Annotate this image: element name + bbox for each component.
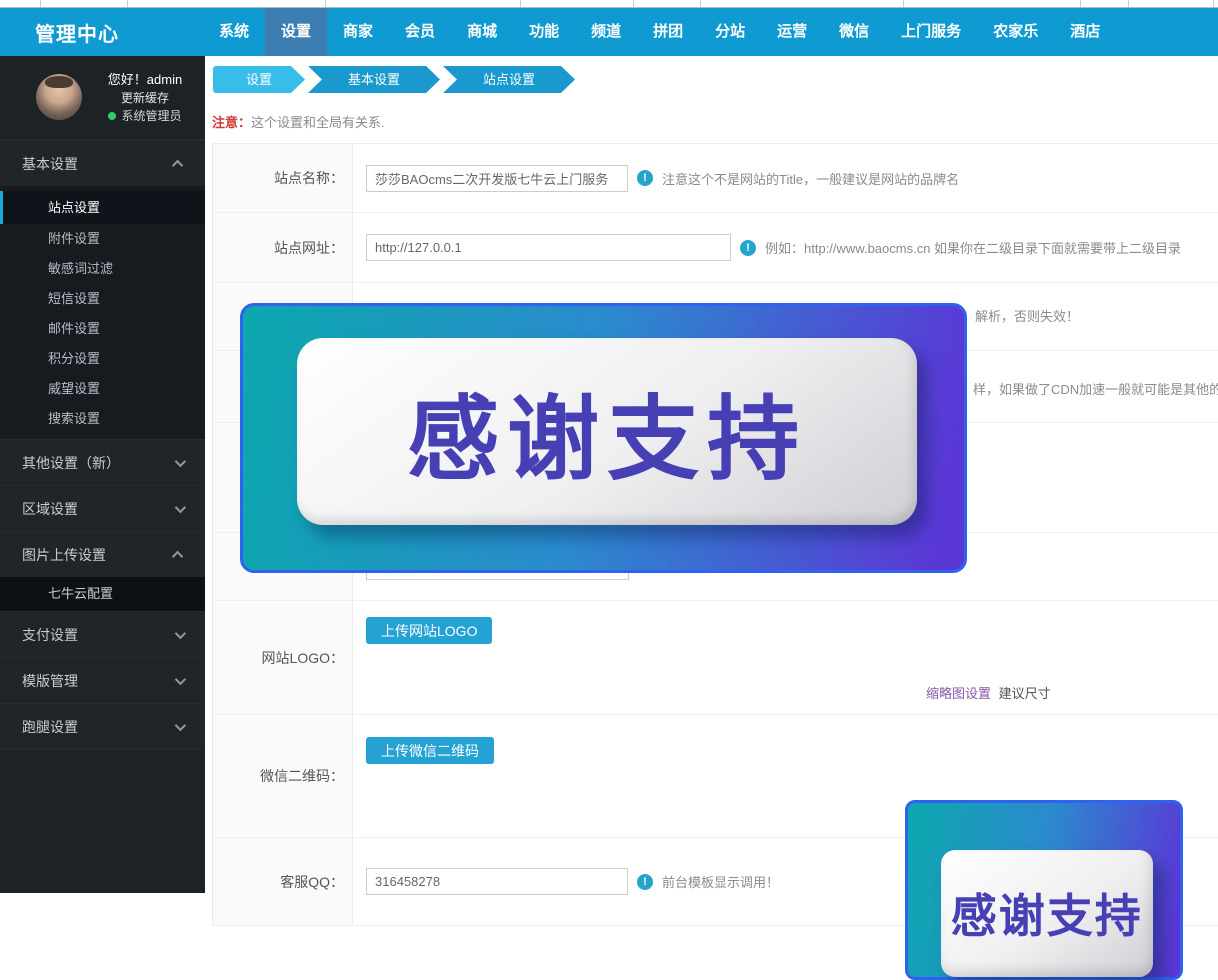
service-qq-label: 客服QQ： <box>213 838 353 925</box>
thanks-banner-large: 感谢支持 <box>240 303 967 573</box>
sidebar-item-attachment-settings[interactable]: 附件设置 <box>0 224 205 254</box>
site-name-input[interactable] <box>366 165 628 192</box>
sidebar-item-sensitive-word-filter[interactable]: 敏感词过滤 <box>0 254 205 284</box>
breadcrumb-basic-settings[interactable]: 基本设置 <box>308 66 440 93</box>
section-label: 跑腿设置 <box>22 717 78 737</box>
wechat-qr-label: 微信二维码： <box>213 715 353 837</box>
sidebar-item-sms-settings[interactable]: 短信设置 <box>0 284 205 314</box>
section-label: 基本设置 <box>22 154 78 174</box>
chevron-down-icon <box>175 455 186 466</box>
site-url-input[interactable] <box>366 234 731 261</box>
chevron-up-icon <box>172 159 183 170</box>
chevron-down-icon <box>175 673 186 684</box>
sidebar: 您好！admin 更新缓存 系统管理员 基本设置 站点设置 附件设置 敏感词过滤… <box>0 56 205 893</box>
sidebar-section-other-settings[interactable]: 其他设置（新） <box>0 439 205 485</box>
user-role: 系统管理员 <box>95 107 195 125</box>
section-label: 支付设置 <box>22 625 78 645</box>
site-url-label: 站点网址： <box>213 213 353 282</box>
upload-wechat-qr-button[interactable]: 上传微信二维码 <box>366 737 494 764</box>
background-page-edge <box>0 0 1218 8</box>
nav-item-merchant[interactable]: 商家 <box>327 8 389 56</box>
sidebar-item-points-settings[interactable]: 积分设置 <box>0 344 205 374</box>
basic-settings-submenu: 站点设置 附件设置 敏感词过滤 短信设置 邮件设置 积分设置 威望设置 搜索设置 <box>0 186 205 439</box>
online-status-icon <box>108 112 116 120</box>
user-panel: 您好！admin 更新缓存 系统管理员 <box>0 56 205 140</box>
info-icon: ! <box>637 170 653 186</box>
info-icon: ! <box>637 874 653 890</box>
user-role-label: 系统管理员 <box>121 107 181 125</box>
service-qq-input[interactable] <box>366 868 628 895</box>
thumbnail-settings-link[interactable]: 缩略图设置 <box>926 686 991 701</box>
nav-item-channel[interactable]: 频道 <box>575 8 637 56</box>
breadcrumb-settings[interactable]: 设置 <box>213 66 305 93</box>
section-label: 区域设置 <box>22 499 78 519</box>
site-url-hint: 例如：http://www.baocms.cn 如果你在二级目录下面就需要带上二… <box>765 238 1181 257</box>
thanks-banner-text: 感谢支持 <box>951 880 1143 946</box>
site-name-hint: 注意这个不是网站的Title，一般建议是网站的品牌名 <box>662 169 959 188</box>
thumbnail-size-note: 建议尺寸 <box>999 686 1051 701</box>
app-title: 管理中心 <box>35 18 203 47</box>
thanks-banner-small: 感谢支持 <box>905 800 1183 980</box>
thanks-banner-plate: 感谢支持 <box>297 338 917 525</box>
nav-item-farmstay[interactable]: 农家乐 <box>977 8 1054 56</box>
nav-item-member[interactable]: 会员 <box>389 8 451 56</box>
nav-item-mall[interactable]: 商城 <box>451 8 513 56</box>
notice-text: 这个设置和全局有关系. <box>251 115 385 130</box>
breadcrumb-site-settings[interactable]: 站点设置 <box>443 66 575 93</box>
breadcrumb: 设置 基本设置 站点设置 <box>213 66 1218 93</box>
chevron-up-icon <box>172 550 183 561</box>
sidebar-item-prestige-settings[interactable]: 威望设置 <box>0 374 205 404</box>
nav-item-operation[interactable]: 运营 <box>761 8 823 56</box>
sidebar-item-qiniu-config[interactable]: 七牛云配置 <box>0 577 205 611</box>
main-nav: 系统 设置 商家 会员 商城 功能 频道 拼团 分站 运营 微信 上门服务 农家… <box>203 8 1116 56</box>
chevron-down-icon <box>175 501 186 512</box>
info-icon: ! <box>740 240 756 256</box>
nav-item-doorservice[interactable]: 上门服务 <box>885 8 977 56</box>
sidebar-section-payment-settings[interactable]: 支付设置 <box>0 611 205 657</box>
chevron-down-icon <box>175 627 186 638</box>
covered-hint-fragment-b: 样，如果做了CDN加速一般就可能是其他的域名 <box>973 379 1218 398</box>
notice-line: 注意：这个设置和全局有关系. <box>212 112 1218 131</box>
sidebar-section-basic-settings[interactable]: 基本设置 <box>0 140 205 186</box>
service-qq-hint: 前台模板显示调用！ <box>662 872 779 891</box>
nav-item-system[interactable]: 系统 <box>203 8 265 56</box>
form-row-site-url: 站点网址： ! 例如：http://www.baocms.cn 如果你在二级目录… <box>213 213 1218 283</box>
refresh-cache-link[interactable]: 更新缓存 <box>95 89 195 107</box>
nav-item-wechat[interactable]: 微信 <box>823 8 885 56</box>
thanks-banner-text: 感谢支持 <box>407 365 807 498</box>
section-label: 图片上传设置 <box>22 545 106 565</box>
covered-hint-fragment-a: 解析，否则失效！ <box>975 306 1079 325</box>
sidebar-section-template-management[interactable]: 模版管理 <box>0 657 205 703</box>
site-name-label: 站点名称： <box>213 144 353 212</box>
nav-item-groupbuy[interactable]: 拼团 <box>637 8 699 56</box>
sidebar-item-site-settings[interactable]: 站点设置 <box>0 191 205 224</box>
thanks-banner-plate: 感谢支持 <box>941 850 1153 977</box>
sidebar-section-region-settings[interactable]: 区域设置 <box>0 485 205 531</box>
form-row-site-name: 站点名称： ! 注意这个不是网站的Title，一般建议是网站的品牌名 <box>213 144 1218 213</box>
sidebar-section-errand-settings[interactable]: 跑腿设置 <box>0 703 205 749</box>
chevron-down-icon <box>175 719 186 730</box>
user-greeting: 您好！admin <box>95 70 195 89</box>
section-label: 模版管理 <box>22 671 78 691</box>
nav-item-function[interactable]: 功能 <box>513 8 575 56</box>
top-navbar: 管理中心 系统 设置 商家 会员 商城 功能 频道 拼团 分站 运营 微信 上门… <box>0 8 1218 56</box>
sidebar-item-search-settings[interactable]: 搜索设置 <box>0 404 205 434</box>
notice-prefix: 注意： <box>212 115 251 130</box>
form-row-site-logo: 网站LOGO： 上传网站LOGO 缩略图设置 建议尺寸 <box>213 601 1218 715</box>
site-logo-label: 网站LOGO： <box>213 601 353 714</box>
nav-item-substation[interactable]: 分站 <box>699 8 761 56</box>
sidebar-section-image-upload-settings[interactable]: 图片上传设置 <box>0 531 205 577</box>
section-label: 其他设置（新） <box>22 453 120 473</box>
nav-item-settings[interactable]: 设置 <box>265 8 327 56</box>
sidebar-item-mail-settings[interactable]: 邮件设置 <box>0 314 205 344</box>
nav-item-hotel[interactable]: 酒店 <box>1054 8 1116 56</box>
upload-logo-button[interactable]: 上传网站LOGO <box>366 617 492 644</box>
avatar <box>36 74 82 120</box>
